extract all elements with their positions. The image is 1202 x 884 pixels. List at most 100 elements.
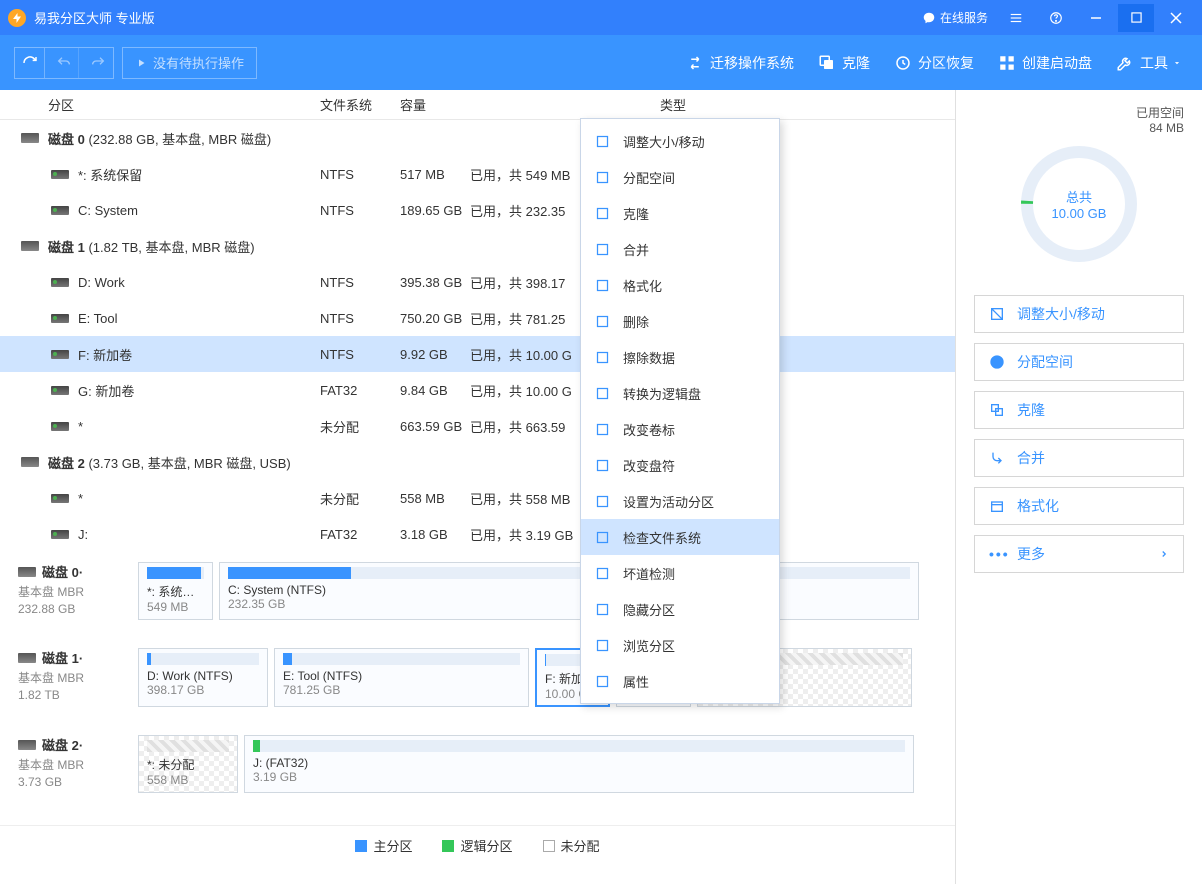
usage-donut-chart: 总共 10.00 GB	[1014, 139, 1144, 269]
letter-icon	[595, 458, 613, 473]
disk-icon	[18, 241, 42, 251]
partition-row[interactable]: E: ToolNTFS750.20 GB已用，共 781.25	[0, 300, 955, 336]
format-icon	[595, 278, 613, 293]
migrate-os-button[interactable]: 迁移操作系统	[686, 53, 794, 73]
toolbar: 没有待执行操作 迁移操作系统 克隆 分区恢复 创建启动盘 工具	[0, 35, 1202, 90]
partition-icon	[48, 386, 72, 395]
context-menu-item[interactable]: 属性	[581, 663, 779, 699]
undo-button[interactable]	[49, 48, 79, 78]
badblock-icon	[595, 566, 613, 581]
action-merge[interactable]: 合并	[974, 439, 1184, 477]
partition-list-pane: 分区 文件系统 容量 类型 磁盘 0 (232.88 GB, 基本盘, MBR …	[0, 90, 956, 884]
partition-icon	[48, 206, 72, 215]
context-menu-item[interactable]: 擦除数据	[581, 339, 779, 375]
context-menu-item[interactable]: 格式化	[581, 267, 779, 303]
disk-map: 磁盘 0·基本盘 MBR232.88 GB*: 系统保...549 MBC: S…	[18, 562, 937, 620]
disk-row[interactable]: 磁盘 0 (232.88 GB, 基本盘, MBR 磁盘)	[0, 120, 955, 156]
disk-map: 磁盘 1·基本盘 MBR1.82 TBD: Work (NTFS)398.17 …	[18, 648, 937, 707]
header-filesystem: 文件系统	[320, 95, 400, 114]
partition-icon	[48, 422, 72, 431]
context-menu-item[interactable]: 改变卷标	[581, 411, 779, 447]
minimize-button[interactable]	[1078, 4, 1114, 32]
recover-button[interactable]: 分区恢复	[894, 53, 974, 73]
context-menu-item[interactable]: 克隆	[581, 195, 779, 231]
actions-pane: 已用空间 84 MB 总共 10.00 GB 调整大小/移动 分配空间 克隆 合…	[956, 90, 1202, 884]
context-menu: 调整大小/移动分配空间克隆合并格式化删除擦除数据转换为逻辑盘改变卷标改变盘符设置…	[580, 118, 780, 704]
table-header: 分区 文件系统 容量 类型	[0, 90, 955, 120]
refresh-button[interactable]	[15, 48, 45, 78]
action-allocate[interactable]: 分配空间	[974, 343, 1184, 381]
partition-icon	[48, 494, 72, 503]
context-menu-item[interactable]: 改变盘符	[581, 447, 779, 483]
pending-operations[interactable]: 没有待执行操作	[122, 47, 257, 79]
context-menu-item[interactable]: 调整大小/移动	[581, 123, 779, 159]
context-menu-item[interactable]: 隐藏分区	[581, 591, 779, 627]
context-menu-item[interactable]: 删除	[581, 303, 779, 339]
legend: 主分区 逻辑分区 未分配	[0, 825, 955, 865]
app-logo-icon	[8, 9, 26, 27]
disk-segment[interactable]: *: 未分配558 MB	[138, 735, 238, 793]
header-type: 类型	[660, 95, 955, 114]
app-title: 易我分区大师 专业版	[34, 8, 922, 27]
action-more[interactable]: •••更多	[974, 535, 1184, 573]
check-icon	[595, 530, 613, 545]
partition-icon	[48, 350, 72, 359]
erase-icon	[595, 350, 613, 365]
disk-segment[interactable]: E: Tool (NTFS)781.25 GB	[274, 648, 529, 707]
used-space-label: 已用空间 84 MB	[974, 104, 1184, 135]
browse-icon	[595, 638, 613, 653]
partition-row[interactable]: *未分配558 MB已用，共 558 MB	[0, 480, 955, 516]
disk-icon	[18, 133, 42, 143]
convert-icon	[595, 386, 613, 401]
context-menu-item[interactable]: 设置为活动分区	[581, 483, 779, 519]
redo-button[interactable]	[83, 48, 113, 78]
menu-icon[interactable]	[998, 4, 1034, 32]
disk-segment[interactable]: D: Work (NTFS)398.17 GB	[138, 648, 268, 707]
close-button[interactable]	[1158, 4, 1194, 32]
action-resize[interactable]: 调整大小/移动	[974, 295, 1184, 333]
disk-segment[interactable]: C: System (NTFS)232.35 GB	[219, 562, 919, 620]
context-menu-item[interactable]: 合并	[581, 231, 779, 267]
help-icon[interactable]	[1038, 4, 1074, 32]
partition-icon	[48, 530, 72, 539]
online-service-button[interactable]: 在线服务	[922, 9, 988, 26]
context-menu-item[interactable]: 检查文件系统	[581, 519, 779, 555]
delete-icon	[595, 314, 613, 329]
header-partition: 分区	[48, 95, 320, 114]
disk-segment[interactable]: *: 系统保...549 MB	[138, 562, 213, 620]
disk-row[interactable]: 磁盘 2 (3.73 GB, 基本盘, MBR 磁盘, USB)	[0, 444, 955, 480]
active-icon	[595, 494, 613, 509]
context-menu-item[interactable]: 转换为逻辑盘	[581, 375, 779, 411]
partition-row[interactable]: *: 系统保留NTFS517 MB已用，共 549 MB	[0, 156, 955, 192]
clone-button[interactable]: 克隆	[818, 53, 870, 73]
partition-icon	[48, 170, 72, 179]
partition-row[interactable]: C: SystemNTFS189.65 GB已用，共 232.35	[0, 192, 955, 228]
partition-row[interactable]: J:FAT323.18 GB已用，共 3.19 GB	[0, 516, 955, 552]
partition-row[interactable]: F: 新加卷NTFS9.92 GB已用，共 10.00 G	[0, 336, 955, 372]
tools-button[interactable]: 工具	[1116, 53, 1188, 73]
partition-row[interactable]: *未分配663.59 GB已用，共 663.59	[0, 408, 955, 444]
partition-row[interactable]: D: WorkNTFS395.38 GB已用，共 398.17	[0, 264, 955, 300]
props-icon	[595, 674, 613, 689]
resize-icon	[595, 134, 613, 149]
partition-row[interactable]: G: 新加卷FAT329.84 GB已用，共 10.00 G	[0, 372, 955, 408]
partition-icon	[48, 278, 72, 287]
header-capacity: 容量	[400, 95, 660, 114]
context-menu-item[interactable]: 分配空间	[581, 159, 779, 195]
disk-icon	[18, 457, 42, 467]
maximize-button[interactable]	[1118, 4, 1154, 32]
disk-map: 磁盘 2·基本盘 MBR3.73 GB*: 未分配558 MBJ: (FAT32…	[18, 735, 937, 793]
action-clone[interactable]: 克隆	[974, 391, 1184, 429]
disk-segment[interactable]: J: (FAT32)3.19 GB	[244, 735, 914, 793]
hide-icon	[595, 602, 613, 617]
action-format[interactable]: 格式化	[974, 487, 1184, 525]
pie-icon	[595, 170, 613, 185]
title-bar: 易我分区大师 专业版 在线服务	[0, 0, 1202, 35]
clone-icon	[595, 206, 613, 221]
partition-icon	[48, 314, 72, 323]
label-icon	[595, 422, 613, 437]
disk-row[interactable]: 磁盘 1 (1.82 TB, 基本盘, MBR 磁盘)	[0, 228, 955, 264]
context-menu-item[interactable]: 浏览分区	[581, 627, 779, 663]
bootdisk-button[interactable]: 创建启动盘	[998, 53, 1092, 73]
context-menu-item[interactable]: 坏道检测	[581, 555, 779, 591]
